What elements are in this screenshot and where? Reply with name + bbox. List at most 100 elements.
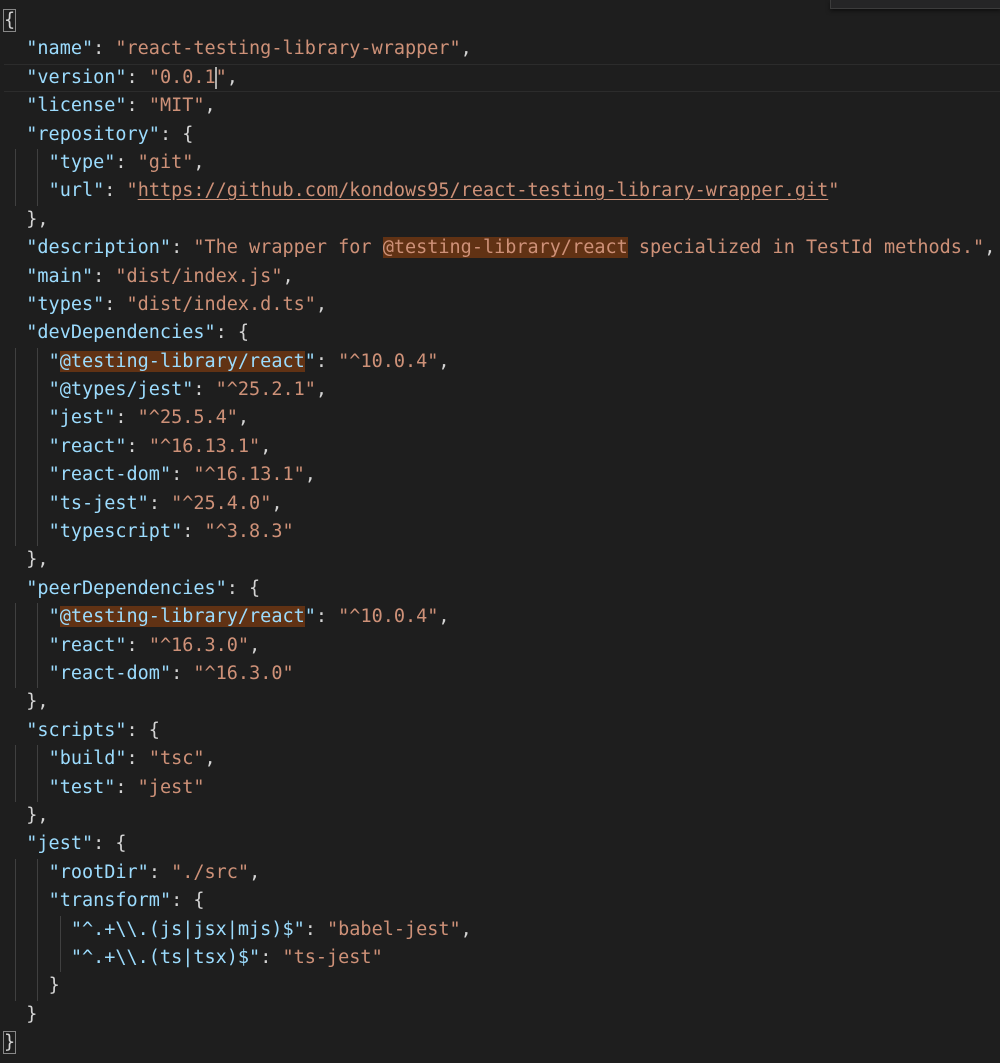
json-punctuation: : [126, 66, 149, 88]
code-line[interactable]: } [2, 1029, 1000, 1057]
json-string: "tsc" [148, 748, 205, 770]
json-string: "jest" [137, 776, 205, 798]
json-key: "build" [48, 748, 127, 770]
json-key: "test" [48, 776, 116, 798]
json-key: "peerDependencies" [26, 577, 227, 599]
code-line[interactable]: "jest": { [4, 830, 1000, 858]
json-punctuation: , [249, 861, 261, 883]
code-line[interactable]: "url": "https://github.com/kondows95/rea… [4, 177, 1000, 206]
code-line[interactable]: }, [4, 688, 1000, 716]
json-punctuation: , [271, 492, 283, 514]
indent-guide [59, 915, 61, 944]
code-line[interactable]: "build": "tsc", [4, 745, 1000, 774]
json-punctuation: , [193, 151, 205, 173]
json-key: "main" [26, 265, 94, 287]
code-editor[interactable]: { "name": "react-testing-library-wrapper… [0, 0, 1000, 1063]
indent-guide [15, 858, 17, 888]
code-line[interactable]: }, [4, 802, 1000, 830]
json-string: "dist/index.d.ts" [126, 293, 316, 315]
matching-bracket: } [2, 1031, 17, 1055]
json-key: "rootDir" [48, 861, 149, 883]
code-line[interactable]: "description": "The wrapper for @testing… [4, 234, 1000, 262]
code-line[interactable]: "scripts": { [4, 717, 1000, 745]
json-punctuation: : [126, 748, 149, 770]
code-line[interactable]: "repository": { [4, 121, 1000, 149]
json-key: "version" [26, 66, 127, 88]
json-punctuation: : [115, 151, 138, 173]
code-line[interactable]: "rootDir": "./src", [4, 858, 1000, 888]
code-line[interactable]: "transform": { [4, 887, 1000, 916]
json-string: " [828, 180, 840, 202]
code-line[interactable]: "react-dom": "^16.13.1", [4, 461, 1000, 490]
code-line[interactable]: "typescript": "^3.8.3" [4, 518, 1000, 547]
indent-guide [37, 659, 39, 689]
code-line[interactable]: "devDependencies": { [4, 319, 1000, 347]
indent-guide [37, 404, 39, 433]
json-punctuation: : { [171, 890, 205, 912]
code-line[interactable]: "name": "react-testing-library-wrapper", [4, 35, 1000, 63]
code-line[interactable]: "^.+\\.(js|jsx|mjs)$": "babel-jest", [4, 915, 1000, 944]
code-line[interactable]: "react": "^16.3.0", [4, 631, 1000, 660]
code-line[interactable]: "react-dom": "^16.3.0" [4, 659, 1000, 689]
code-line[interactable]: "@types/jest": "^25.2.1", [4, 376, 1000, 405]
json-key: "@types/jest" [48, 379, 194, 401]
json-punctuation: : [182, 521, 205, 543]
json-key: "jest" [26, 833, 94, 855]
code-line[interactable]: "test": "jest" [4, 773, 1000, 802]
code-line[interactable]: "peerDependencies": { [4, 575, 1000, 603]
indent-guide [15, 943, 17, 973]
code-line[interactable]: "main": "dist/index.js", [4, 263, 1000, 291]
code-line[interactable]: "@testing-library/react": "^10.0.4", [4, 347, 1000, 377]
indent-guide [15, 631, 17, 660]
code-lines[interactable]: { "name": "react-testing-library-wrapper… [2, 7, 1000, 1057]
code-line[interactable]: "types": "dist/index.d.ts", [4, 291, 1000, 319]
json-string: "^16.13.1" [148, 435, 261, 457]
json-punctuation: : [104, 180, 127, 202]
json-punctuation: , [282, 265, 294, 287]
indent-guide [37, 943, 39, 973]
url-link[interactable]: https://github.com/kondows95/react-testi… [138, 180, 829, 201]
json-punctuation: , [204, 95, 216, 117]
code-line[interactable]: "^.+\\.(ts|tsx)$": "ts-jest" [4, 943, 1000, 973]
indent-guide [37, 518, 39, 547]
code-line[interactable]: "type": "git", [4, 148, 1000, 178]
indent-guide [15, 347, 17, 377]
json-punctuation: : [93, 38, 116, 60]
json-string: "^16.3.0" [193, 662, 294, 684]
indent-guide [15, 461, 17, 490]
indent-guide [37, 347, 39, 377]
indent-guide [37, 858, 39, 888]
indent-guide [15, 148, 17, 178]
json-string: "^25.2.1" [215, 379, 316, 401]
code-line[interactable]: "@testing-library/react": "^10.0.4", [4, 603, 1000, 632]
json-punctuation: , [304, 464, 316, 486]
json-key: "license" [26, 95, 127, 117]
json-key: "react-dom" [48, 464, 172, 486]
code-line[interactable]: }, [4, 546, 1000, 574]
indent-guide [37, 461, 39, 490]
json-key: "scripts" [26, 719, 127, 741]
code-line[interactable]: } [4, 972, 1000, 1001]
code-line[interactable]: }, [4, 206, 1000, 234]
code-line[interactable]: } [4, 1001, 1000, 1029]
json-string: " [215, 66, 227, 88]
code-line[interactable]: { [2, 7, 1000, 35]
indent-guide [37, 432, 39, 462]
code-line[interactable]: "version": "0.0.1", [4, 64, 1000, 92]
code-line[interactable]: "ts-jest": "^25.4.0", [4, 489, 1000, 519]
code-line[interactable]: "jest": "^25.5.4", [4, 404, 1000, 433]
code-line[interactable]: "react": "^16.13.1", [4, 432, 1000, 462]
code-line[interactable]: "license": "MIT", [4, 92, 1000, 120]
json-punctuation: , [204, 748, 216, 770]
json-key: "typescript" [48, 521, 183, 543]
json-key: "transform" [48, 890, 172, 912]
indent-guide [15, 745, 17, 774]
